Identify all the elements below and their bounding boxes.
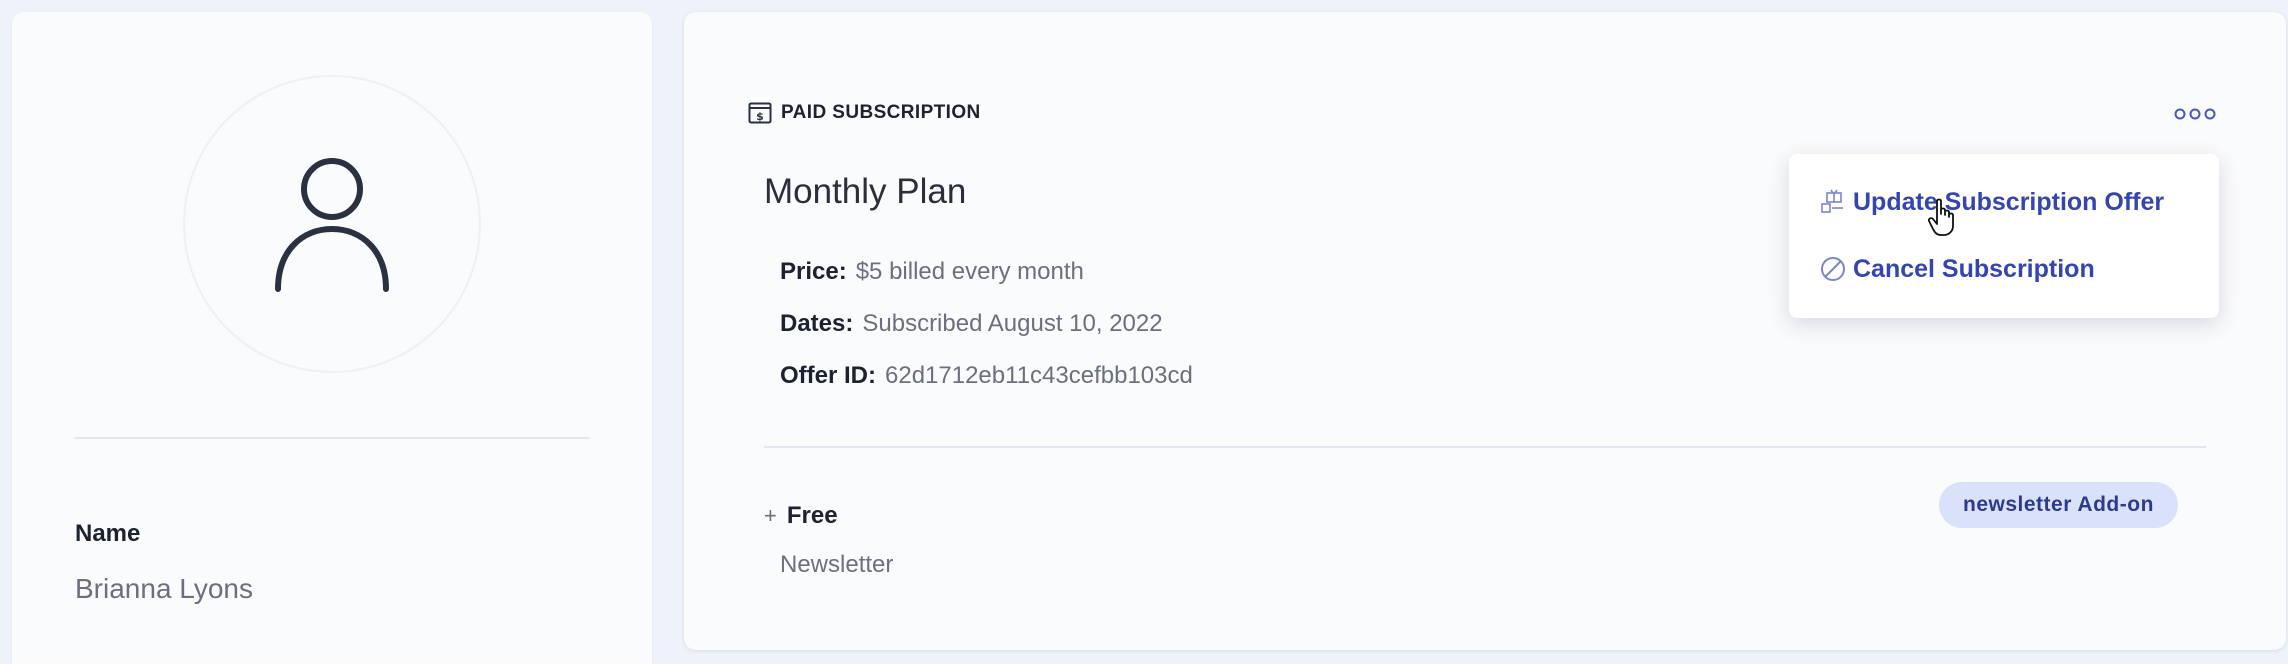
plan-name: Monthly Plan bbox=[764, 172, 967, 211]
dates-row: Dates: Subscribed August 10, 2022 bbox=[780, 310, 1163, 338]
gift-icon bbox=[1819, 188, 1847, 216]
dates-value: Subscribed August 10, 2022 bbox=[862, 310, 1163, 337]
name-value: Brianna Lyons bbox=[75, 573, 253, 604]
plus-icon: + bbox=[764, 503, 777, 528]
subscription-header-label: PAID SUBSCRIPTION bbox=[781, 102, 981, 123]
more-horizontal-icon bbox=[2174, 108, 2216, 120]
profile-divider bbox=[75, 437, 589, 439]
cancel-subscription-menu-item[interactable]: Cancel Subscription bbox=[1819, 253, 2095, 285]
update-subscription-offer-menu-item[interactable]: Update Subscription Offer bbox=[1819, 186, 2164, 218]
offer-id-label: Offer ID: bbox=[780, 362, 876, 389]
addon-badge: newsletter Add-on bbox=[1939, 482, 2178, 528]
subscription-divider bbox=[764, 446, 2206, 448]
dollar-bill-icon: $ bbox=[748, 102, 772, 124]
cancel-circle-icon bbox=[1819, 255, 1847, 283]
subscription-header: $ PAID SUBSCRIPTION bbox=[748, 100, 981, 126]
offer-id-row: Offer ID: 62d1712eb11c43cefbb103cd bbox=[780, 362, 1193, 390]
price-label: Price: bbox=[780, 258, 847, 285]
cancel-subscription-label: Cancel Subscription bbox=[1853, 254, 2095, 283]
dates-label: Dates: bbox=[780, 310, 854, 337]
profile-card: Name Brianna Lyons bbox=[12, 12, 652, 664]
svg-text:$: $ bbox=[756, 110, 764, 123]
page: Name Brianna Lyons $ PAID SUBSCRIPTION M… bbox=[0, 0, 2288, 664]
subscription-options-menu: Update Subscription Offer Cancel Subscri… bbox=[1789, 154, 2219, 318]
addon-name: Free bbox=[786, 502, 838, 529]
avatar bbox=[183, 75, 481, 373]
user-icon bbox=[275, 158, 389, 292]
addon-description: Newsletter bbox=[780, 551, 894, 578]
addon-row: + Free bbox=[764, 502, 838, 530]
subscription-card: $ PAID SUBSCRIPTION Monthly Plan Price: $… bbox=[684, 12, 2286, 650]
price-value: $5 billed every month bbox=[855, 258, 1084, 285]
more-options-button[interactable] bbox=[2170, 102, 2220, 126]
offer-id-value: 62d1712eb11c43cefbb103cd bbox=[885, 362, 1193, 389]
price-row: Price: $5 billed every month bbox=[780, 258, 1084, 286]
name-label: Name bbox=[75, 520, 141, 547]
update-subscription-offer-label: Update Subscription Offer bbox=[1853, 187, 2165, 216]
